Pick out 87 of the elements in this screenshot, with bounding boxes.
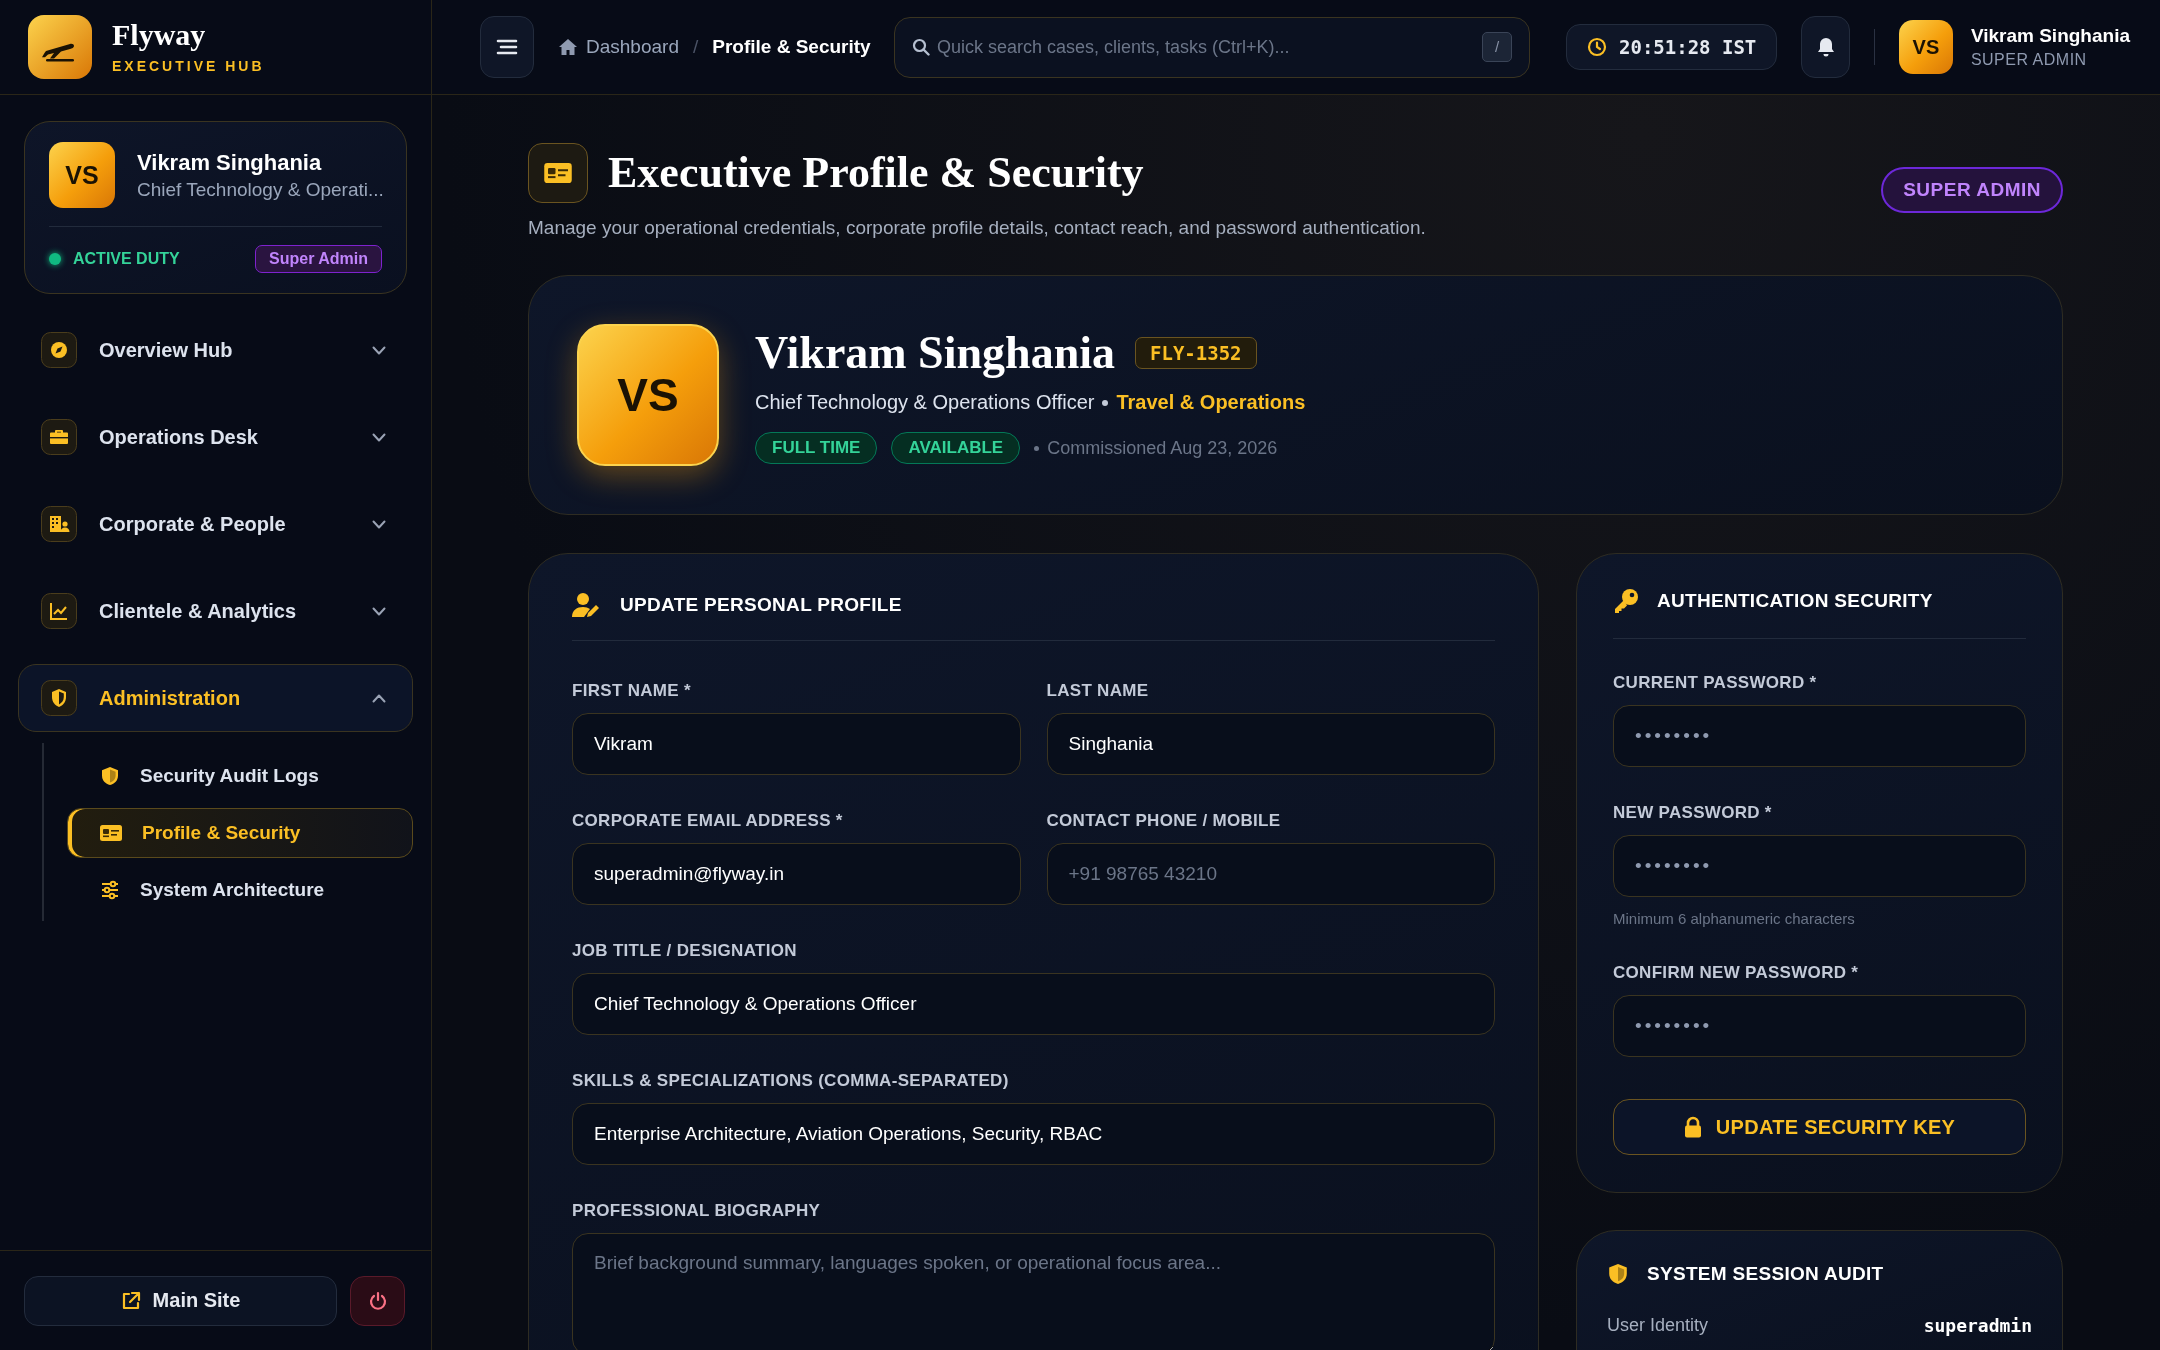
briefcase-icon [41, 419, 77, 455]
input-field[interactable]: Enterprise Architecture, Aviation Operations, Security, RBAC [572, 1103, 1495, 1165]
plane-logo-icon [28, 15, 92, 79]
clock-display: 20:51:28 IST [1566, 24, 1778, 70]
lock-icon [1683, 1116, 1702, 1138]
field-label: LAST NAME [1046, 681, 1150, 701]
user-avatar: VS [49, 142, 115, 208]
role-badge: Super Admin [255, 245, 382, 273]
field-label: SKILLS & SPECIALIZATIONS (COMMA-SEPARATED) [572, 1071, 1010, 1091]
building-icon [41, 506, 77, 542]
nav-item[interactable]: Overview Hub [18, 316, 413, 384]
clock-icon [1587, 37, 1607, 57]
chart-icon [41, 593, 77, 629]
shield-icon [1607, 1263, 1629, 1285]
field-label: FIRST NAME * [572, 681, 692, 701]
commission-date: Commissioned Aug 23, 2026 [1047, 437, 1278, 459]
password-field[interactable]: •••••••• [1613, 705, 2026, 767]
field-label: PROFESSIONAL BIOGRAPHY [572, 1201, 822, 1221]
status-tag: AVAILABLE [891, 432, 1021, 464]
role-badge: SUPER ADMIN [1881, 167, 2063, 213]
password-field[interactable]: •••••••• [1613, 835, 2026, 897]
home-icon [558, 38, 578, 56]
external-link-icon [120, 1290, 141, 1311]
key-icon [1613, 588, 1639, 614]
user-title: Chief Technology & Operati... [137, 178, 384, 201]
input-field[interactable]: Vikram [572, 713, 1021, 775]
breadcrumb-link[interactable]: Dashboard [558, 36, 679, 58]
sliders-icon [100, 880, 120, 900]
field-label: CORPORATE EMAIL ADDRESS * [572, 811, 844, 831]
status-tag: FULL TIME [755, 432, 878, 464]
field-hint: Minimum 6 alphanumeric characters [1613, 910, 1856, 927]
department: Travel & Operations [1116, 391, 1306, 414]
card-title: SYSTEM SESSION AUDIT [1647, 1263, 1884, 1285]
employee-id-badge: FLY-1352 [1135, 336, 1257, 369]
card-title: UPDATE PERSONAL PROFILE [620, 594, 902, 616]
audit-label: User Identity [1607, 1315, 1709, 1336]
user-name: Vikram Singhania [1970, 25, 2130, 47]
bell-icon [1815, 36, 1836, 58]
nav-subitem[interactable]: Security Audit Logs [67, 751, 413, 801]
field-label: CONFIRM NEW PASSWORD * [1613, 963, 1860, 983]
status-dot [49, 253, 61, 265]
nav-subitem[interactable]: System Architecture [67, 865, 413, 915]
brand-tagline: EXECUTIVE HUB [112, 58, 265, 74]
job-title: Chief Technology & Operations Officer [755, 391, 1095, 414]
input-field[interactable]: +91 98765 43210 [1046, 843, 1495, 905]
input-field[interactable]: Singhania [1046, 713, 1495, 775]
user-name: Vikram Singhania [137, 149, 323, 176]
id-card-icon [528, 143, 588, 203]
compass-icon [41, 332, 77, 368]
nav-item[interactable]: Corporate & People [18, 490, 413, 558]
breadcrumb-separator: / [692, 36, 699, 58]
shield-icon [41, 680, 77, 716]
page-subtitle: Manage your operational credentials, corporate profile details, contact reach, and password authentication. [528, 217, 1427, 239]
field-label: JOB TITLE / DESIGNATION [572, 941, 798, 961]
menu-icon [496, 39, 518, 55]
menu-button[interactable] [480, 16, 534, 78]
status-label: ACTIVE DUTY [73, 250, 181, 268]
id-card-icon [100, 825, 122, 841]
user-avatar[interactable]: VS [1898, 20, 1953, 74]
main-site-button[interactable]: Main Site [24, 1275, 337, 1326]
nav-subitem[interactable]: Profile & Security [67, 808, 413, 858]
power-icon [367, 1290, 388, 1311]
user-edit-icon [572, 592, 602, 618]
input-field[interactable]: Chief Technology & Operations Officer [572, 973, 1495, 1035]
password-field[interactable]: •••••••• [1613, 995, 2026, 1057]
notifications-button[interactable] [1801, 16, 1850, 78]
search-icon [912, 37, 930, 56]
card-title: AUTHENTICATION SECURITY [1657, 590, 1933, 612]
page-title: Executive Profile & Security [608, 147, 1144, 199]
field-label: CURRENT PASSWORD * [1613, 673, 1818, 693]
nav-item[interactable]: Administration [18, 664, 413, 732]
brand-name: Flyway [112, 20, 207, 50]
text-area[interactable]: Brief background summary, languages spoken, or operational focus area... [572, 1233, 1495, 1350]
nav-item[interactable]: Clientele & Analytics [18, 577, 413, 645]
field-label: CONTACT PHONE / MOBILE [1046, 811, 1282, 831]
shield-icon [100, 766, 120, 786]
field-label: NEW PASSWORD * [1613, 803, 1773, 823]
user-role: SUPER ADMIN [1970, 51, 2088, 69]
input-field[interactable]: superadmin@flyway.in [572, 843, 1021, 905]
breadcrumb-link[interactable]: Profile & Security [712, 36, 871, 58]
shortcut-key: / [1482, 31, 1512, 62]
update-security-button[interactable]: UPDATE SECURITY KEY [1613, 1099, 2026, 1155]
profile-avatar: VS [577, 324, 719, 466]
audit-value: superadmin [1923, 1315, 2032, 1336]
profile-name: Vikram Singhania [755, 326, 1115, 379]
power-button[interactable] [350, 1275, 405, 1326]
nav-item[interactable]: Operations Desk [18, 403, 413, 471]
